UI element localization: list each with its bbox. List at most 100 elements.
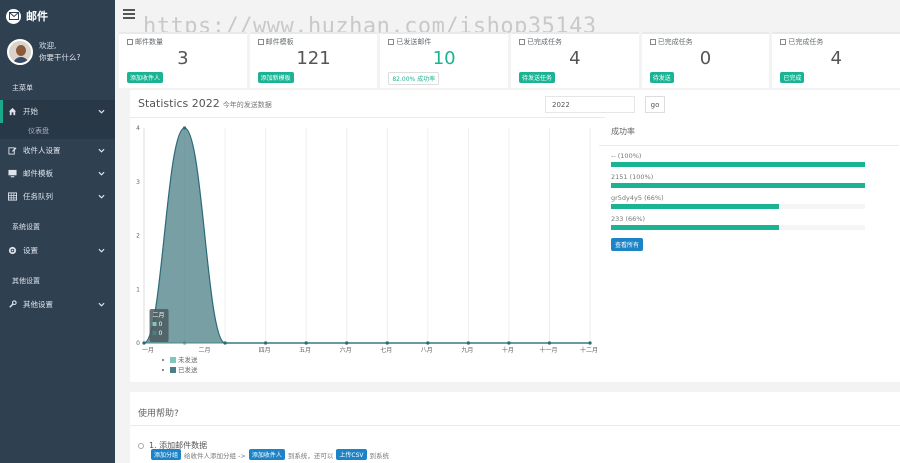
task-icon <box>649 39 656 45</box>
sidebar-item-settings[interactable]: 设置 <box>0 239 115 262</box>
rate-label: 2151 (100%) <box>611 173 654 181</box>
stat-title: 邮件模板 <box>265 38 294 46</box>
sidebar: 邮件 欢迎, 你要干什么? 主菜单 开始 仪表盘 收件人设置 邮件模板 任务队列… <box>0 0 115 463</box>
help-text: 到系统，还可以 <box>287 451 334 460</box>
x-tick-label: 二月 <box>199 347 211 354</box>
x-tick-label: 六月 <box>340 346 352 354</box>
success-rate-title: 成功率 <box>599 124 899 146</box>
stat-title: 已完成任务 <box>657 38 693 46</box>
series-area <box>144 128 590 343</box>
sidebar-section-other: 其他设置 <box>12 277 40 285</box>
data-point <box>507 341 511 345</box>
chevron-down-icon <box>98 148 105 153</box>
y-tick-label: 4 <box>136 125 140 132</box>
y-tick-label: 1 <box>136 286 140 293</box>
stat-title: 已完成任务 <box>527 38 563 46</box>
data-point <box>182 126 187 130</box>
stat-badge: 82.00% 成功率 <box>388 72 440 85</box>
help-title: 使用帮助? <box>138 409 179 419</box>
help-text: 给收件人添加分组 -> <box>184 451 246 460</box>
help-description: 添加分组 给收件人添加分组 -> 添加收件人 到系统，还可以 上传CSV 到系统 <box>148 449 389 460</box>
success-rate-panel: 成功率 -- (100%) 2151 (100%) gr5dy4y5 (66%)… <box>599 124 899 251</box>
upload-csv-button[interactable]: 上传CSV <box>336 449 367 460</box>
chart-title: Statistics 2022 今年的发送数据 <box>138 97 272 110</box>
sidebar-section-main: 主菜单 <box>12 84 33 92</box>
data-point <box>142 341 146 345</box>
wrench-icon <box>8 300 17 309</box>
stat-card: 邮件模板 121 添加新模板 <box>249 32 378 88</box>
tooltip-swatch <box>152 331 157 335</box>
mail-icon <box>6 8 21 24</box>
rate-label: -- (100%) <box>611 152 642 160</box>
tooltip-value: 0 <box>159 330 163 337</box>
brand[interactable]: 邮件 <box>0 0 115 32</box>
sidebar-item-label: 收件人设置 <box>23 146 61 155</box>
tooltip-value: 0 <box>159 321 163 328</box>
edit-icon <box>8 146 17 155</box>
sidebar-item-label: 设置 <box>23 246 38 255</box>
chart-legend: 未发送 已发送 <box>162 355 198 375</box>
task-icon <box>780 39 787 45</box>
rate-item: 233 (66%) <box>599 209 899 230</box>
add-group-button[interactable]: 添加分组 <box>151 449 182 460</box>
stat-card: 已完成任务 4 已完成 <box>772 32 900 88</box>
stat-card: 已完成任务 0 待发送 <box>641 32 770 88</box>
sidebar-item-queue[interactable]: 任务队列 <box>0 185 115 208</box>
task-icon <box>519 39 526 45</box>
data-point <box>304 341 308 345</box>
stat-badge-button[interactable]: 待发送任务 <box>519 72 556 83</box>
add-recipient-button[interactable]: 添加收件人 <box>248 449 285 460</box>
statistics-panel: Statistics 2022今年的发送数据 go 01234一月二月四月五月六… <box>130 90 900 382</box>
data-point <box>223 341 227 345</box>
go-button[interactable]: go <box>645 96 665 113</box>
rate-item: gr5dy4y5 (66%) <box>599 188 899 209</box>
legend-label: 未发送 <box>178 356 198 364</box>
x-tick-label: 一月 <box>142 347 154 354</box>
sidebar-item-templates[interactable]: 邮件模板 <box>0 162 115 185</box>
year-input[interactable] <box>545 96 635 113</box>
x-tick-label: 九月 <box>461 346 473 354</box>
data-point <box>345 341 349 345</box>
stat-value: 10 <box>432 48 456 69</box>
stat-value: 121 <box>296 48 331 69</box>
legend-label: 已发送 <box>178 366 198 374</box>
stat-badge-button[interactable]: 已完成 <box>780 72 805 83</box>
prompt-text: 你要干什么? <box>39 53 81 62</box>
y-tick-label: 0 <box>136 340 140 347</box>
sidebar-item-start[interactable]: 开始 <box>0 100 115 123</box>
sidebar-item-label: 开始 <box>23 107 38 116</box>
user-profile: 欢迎, 你要干什么? <box>0 32 115 72</box>
stat-title: 已发送邮件 <box>396 38 432 46</box>
table-icon <box>8 192 17 201</box>
stat-card: 已完成任务 4 待发送任务 <box>511 32 639 88</box>
x-tick-label: 七月 <box>380 346 392 354</box>
sidebar-item-other-settings[interactable]: 其他设置 <box>0 293 115 316</box>
stat-value: 0 <box>699 48 712 69</box>
legend-item[interactable]: 已发送 <box>162 365 198 375</box>
stat-badge-button[interactable]: 待发送 <box>649 72 674 83</box>
stat-badge-button[interactable]: 添加新模板 <box>257 72 294 83</box>
rate-label: 233 (66%) <box>611 215 645 223</box>
sidebar-subitem-dashboard[interactable]: 仪表盘 <box>0 123 115 139</box>
avatar[interactable] <box>7 39 33 65</box>
view-all-button[interactable]: 查看所有 <box>611 238 644 251</box>
rate-item: -- (100%) <box>599 146 899 167</box>
x-tick-label: 五月 <box>299 347 311 354</box>
legend-item[interactable]: 未发送 <box>162 355 198 365</box>
monitor-icon <box>8 169 17 178</box>
chart-subtitle: 今年的发送数据 <box>222 101 272 109</box>
divider <box>130 425 900 426</box>
data-point <box>547 341 552 345</box>
area-chart: 01234一月 二月 四月 五月 六月 七月 八月 九月 十月 十一月 十二月二月00 <box>136 125 598 354</box>
x-tick-label: 十二月 <box>580 346 598 354</box>
sidebar-item-recipients[interactable]: 收件人设置 <box>0 139 115 162</box>
stat-value: 4 <box>830 48 842 69</box>
stat-badge-button[interactable]: 添加收件人 <box>127 72 164 83</box>
menu-toggle-icon[interactable] <box>123 9 135 19</box>
chevron-down-icon <box>98 194 105 199</box>
home-icon <box>8 107 17 116</box>
brand-title: 邮件 <box>26 10 48 23</box>
data-point <box>466 341 470 345</box>
data-point <box>264 341 268 345</box>
stat-value: 4 <box>569 48 581 69</box>
